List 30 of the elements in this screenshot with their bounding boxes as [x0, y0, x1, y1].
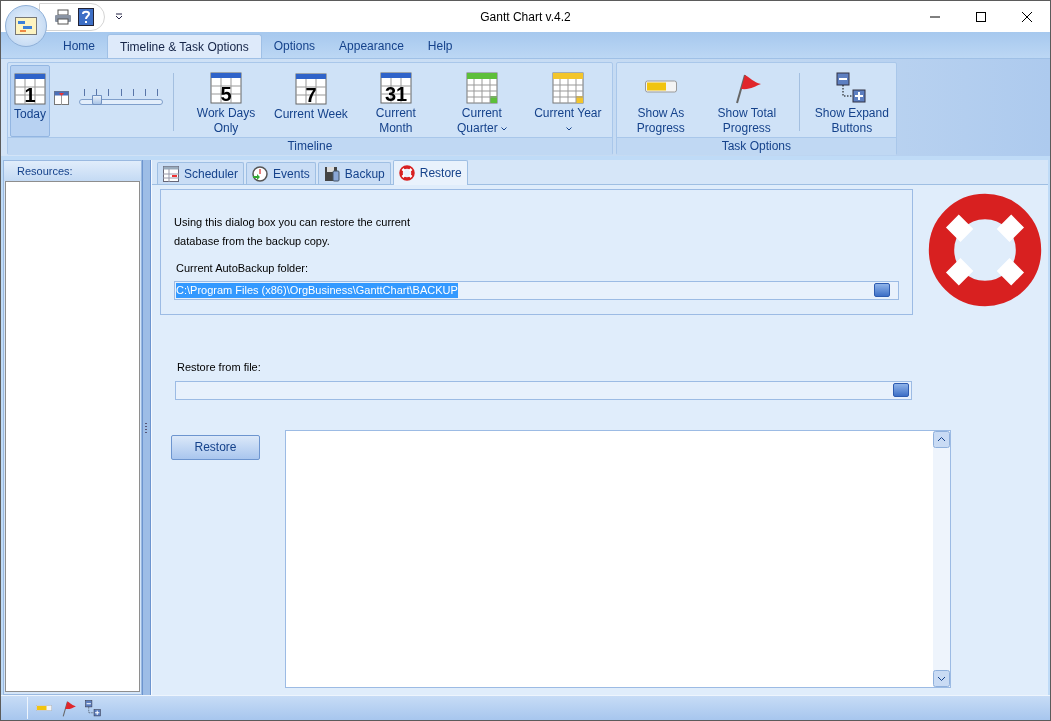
calendar-icon: 1 [14, 73, 46, 105]
ribbon-button[interactable]: 1 Today [10, 65, 51, 137]
group-label: Task Options [721, 139, 792, 153]
intro-text: Using this dialog box you can restore the current database from the backup copy. [174, 215, 412, 249]
ribbon-button[interactable]: Show Expand Buttons [809, 65, 894, 137]
document-tab[interactable]: Events [246, 162, 316, 184]
document-tab[interactable]: Restore [392, 160, 468, 185]
field-label: Current AutoBackup folder: [176, 261, 310, 276]
ribbon-button[interactable]: Show As Progress [618, 65, 703, 137]
ribbon-tab[interactable]: Appearance [327, 34, 416, 58]
restore-button[interactable]: Restore [171, 434, 260, 460]
ribbon-button[interactable]: Show Total Progress [704, 65, 789, 137]
ribbon-tab[interactable]: Options [261, 34, 328, 58]
window-title: Gantt Chart v.4.2 [480, 9, 571, 24]
calendar-icon: 31 [379, 72, 412, 104]
calendar-icon: 5 [210, 72, 243, 104]
ribbon-tab[interactable]: Timeline & Task Options [107, 34, 262, 58]
ribbon-button[interactable]: Current Year [525, 65, 610, 137]
ribbon-button[interactable]: Current Quarter [439, 65, 524, 137]
document-tab[interactable]: Scheduler [157, 162, 245, 184]
field-label: Restore from file: [177, 360, 262, 375]
group-label: Timeline [287, 139, 333, 153]
ribbon-tab[interactable]: Home [51, 34, 107, 58]
panel-title: Resources: [17, 165, 73, 177]
ribbon-button[interactable]: 5 Work Days Only [184, 65, 269, 137]
document-tab[interactable]: Backup [317, 162, 391, 184]
ribbon-button[interactable]: 7 Current Week [270, 65, 352, 137]
calendar-icon: 7 [294, 73, 327, 105]
ribbon-button[interactable]: 31 Current Month [353, 65, 438, 137]
ribbon-tab[interactable]: Help [415, 34, 465, 58]
